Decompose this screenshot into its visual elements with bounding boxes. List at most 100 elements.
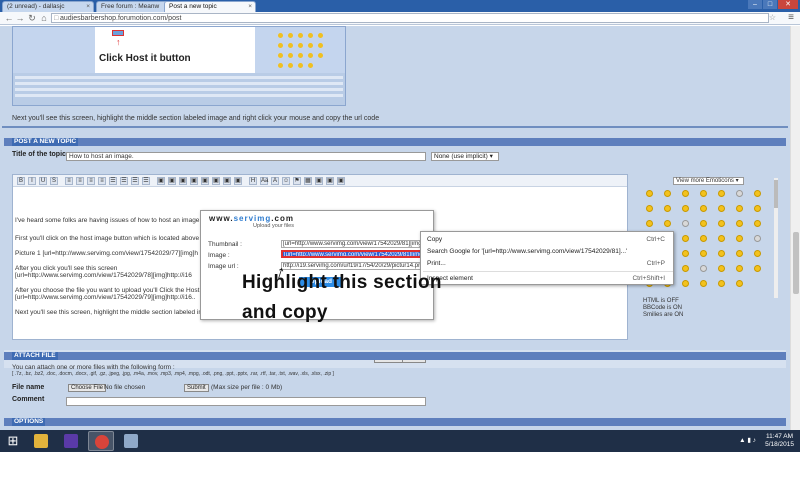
emoticon-icon[interactable]	[736, 235, 743, 242]
emoticon-icon[interactable]	[736, 205, 743, 212]
editor-toolbar-button[interactable]: H	[249, 177, 257, 185]
taskbar-explorer[interactable]	[28, 431, 54, 451]
bookmark-star-icon[interactable]: ☆	[769, 13, 776, 22]
thumbnail-field[interactable]: [url=http://www.servimg.com/view/1754202…	[281, 240, 429, 248]
chrome-menu-icon[interactable]: ≡	[788, 12, 794, 23]
context-print[interactable]: Print...	[427, 260, 446, 267]
emoticon-icon[interactable]	[700, 235, 707, 242]
editor-toolbar-button[interactable]: ☰	[109, 177, 117, 185]
title-input[interactable]: How to host an image.	[66, 152, 426, 161]
editor-line[interactable]: First you'll click on the host image but…	[15, 235, 203, 242]
editor-toolbar-button[interactable]: ≡	[76, 177, 84, 185]
emoticon-icon[interactable]	[754, 220, 761, 227]
editor-toolbar-button[interactable]: ▣	[326, 177, 334, 185]
emoticon-icon[interactable]	[682, 190, 689, 197]
editor-toolbar-button[interactable]: I	[28, 177, 36, 185]
emoticon-icon[interactable]	[754, 250, 761, 257]
emoticon-icon[interactable]	[700, 265, 707, 272]
emoticon-icon[interactable]	[736, 250, 743, 257]
editor-toolbar-button[interactable]: Aa	[260, 177, 268, 185]
submit-file-button[interactable]: Submit	[184, 384, 209, 392]
editor-toolbar-button[interactable]: ▣	[315, 177, 323, 185]
choose-file-button[interactable]: Choose File	[68, 384, 107, 392]
image-url-field[interactable]: http://i19.servimg.com/u/f19/17/54/20/29…	[281, 262, 429, 270]
editor-toolbar-button[interactable]: U	[39, 177, 47, 185]
topic-icon-select[interactable]: None (use implicit) ▾	[431, 152, 499, 161]
editor-toolbar-button[interactable]: ☺	[282, 177, 290, 185]
windows-start-icon[interactable]: ⊞	[4, 432, 22, 450]
taskbar-chrome[interactable]	[88, 431, 114, 451]
emoticon-icon[interactable]	[682, 220, 689, 227]
emoticon-icon[interactable]	[646, 220, 653, 227]
editor-toolbar-button[interactable]: ☰	[131, 177, 139, 185]
editor-toolbar-button[interactable]: ☰	[142, 177, 150, 185]
forward-icon[interactable]: →	[15, 13, 25, 23]
emoticon-icon[interactable]	[682, 280, 689, 287]
emoticon-icon[interactable]	[682, 235, 689, 242]
close-tab-icon[interactable]: ×	[248, 3, 252, 10]
editor-toolbar-button[interactable]: ▣	[201, 177, 209, 185]
emoticon-icon[interactable]	[736, 190, 743, 197]
minimize-button[interactable]: –	[748, 0, 762, 9]
editor-toolbar-button[interactable]: B	[17, 177, 25, 185]
emoticon-icon[interactable]	[718, 220, 725, 227]
emoticon-icon[interactable]	[754, 265, 761, 272]
taskbar-paint[interactable]	[118, 431, 144, 451]
emoticons-scrollbar[interactable]	[774, 178, 778, 298]
emoticon-icon[interactable]	[682, 265, 689, 272]
emoticon-icon[interactable]	[754, 190, 761, 197]
emoticon-icon[interactable]	[664, 190, 671, 197]
emoticon-icon[interactable]	[664, 220, 671, 227]
editor-toolbar-button[interactable]: S	[50, 177, 58, 185]
editor-toolbar-button[interactable]: ▣	[234, 177, 242, 185]
tab-post-new-topic[interactable]: Post a new topic ×	[164, 1, 256, 12]
emoticon-icon[interactable]	[664, 205, 671, 212]
editor-line[interactable]: I've heard some folks are having issues …	[15, 217, 201, 224]
editor-toolbar-button[interactable]: ⚑	[293, 177, 301, 185]
comment-input[interactable]	[66, 397, 426, 406]
emoticon-icon[interactable]	[646, 190, 653, 197]
tab-gmail[interactable]: (2 unread) - dallasjc ×	[2, 1, 94, 12]
emoticon-icon[interactable]	[718, 250, 725, 257]
editor-toolbar-button[interactable]: ≡	[65, 177, 73, 185]
editor-toolbar-button[interactable]: ▦	[304, 177, 312, 185]
emoticon-icon[interactable]	[736, 220, 743, 227]
maximize-button[interactable]: □	[763, 0, 777, 9]
system-tray[interactable]: ▲ ▮ ♪	[739, 436, 756, 444]
emoticon-icon[interactable]	[700, 280, 707, 287]
page-scrollbar-thumb[interactable]	[793, 232, 799, 294]
editor-line[interactable]: Picture 1 [url=http://www.servimg.com/vi…	[15, 250, 198, 257]
address-bar[interactable]: □ audiesbarbershop.forumotion.com/post	[51, 13, 769, 23]
emoticon-icon[interactable]	[700, 190, 707, 197]
emoticon-icon[interactable]	[682, 205, 689, 212]
emoticon-icon[interactable]	[646, 205, 653, 212]
editor-toolbar-button[interactable]: ▣	[179, 177, 187, 185]
editor-toolbar-button[interactable]: ▣	[223, 177, 231, 185]
emoticon-icon[interactable]	[718, 235, 725, 242]
editor-line[interactable]: After you choose the file you want to up…	[15, 287, 199, 294]
editor-toolbar-button[interactable]: ≡	[98, 177, 106, 185]
emoticon-icon[interactable]	[718, 265, 725, 272]
emoticon-icon[interactable]	[736, 280, 743, 287]
emoticon-icon[interactable]	[718, 205, 725, 212]
editor-toolbar-button[interactable]: ▣	[337, 177, 345, 185]
emoticon-icon[interactable]	[718, 280, 725, 287]
editor-toolbar-button[interactable]: A	[271, 177, 279, 185]
editor-toolbar-button[interactable]: ☰	[120, 177, 128, 185]
editor-line[interactable]: [url=http://www.servimg.com/view/1754202…	[15, 294, 195, 301]
emoticon-icon[interactable]	[682, 250, 689, 257]
editor-line[interactable]: After you click you'll see this screen	[15, 265, 117, 272]
emoticon-icon[interactable]	[736, 265, 743, 272]
editor-toolbar-button[interactable]: ▣	[212, 177, 220, 185]
image-field-selected[interactable]: [url=http://www.servimg.com/view/1754202…	[281, 250, 429, 258]
editor-toolbar-button[interactable]: ▣	[168, 177, 176, 185]
editor-line[interactable]: [url=http://www.servimg.com/view/1754202…	[15, 272, 192, 279]
emoticon-icon[interactable]	[718, 190, 725, 197]
editor-line[interactable]: Next you'll see this screen, highlight t…	[15, 309, 204, 316]
emoticon-icon[interactable]	[700, 205, 707, 212]
clock[interactable]: 11:47 AM 5/18/2015	[765, 433, 794, 449]
editor-toolbar-button[interactable]: ≡	[87, 177, 95, 185]
context-copy[interactable]: Copy	[427, 236, 442, 243]
back-icon[interactable]: ←	[4, 13, 14, 23]
reload-icon[interactable]: ↻	[27, 13, 37, 23]
